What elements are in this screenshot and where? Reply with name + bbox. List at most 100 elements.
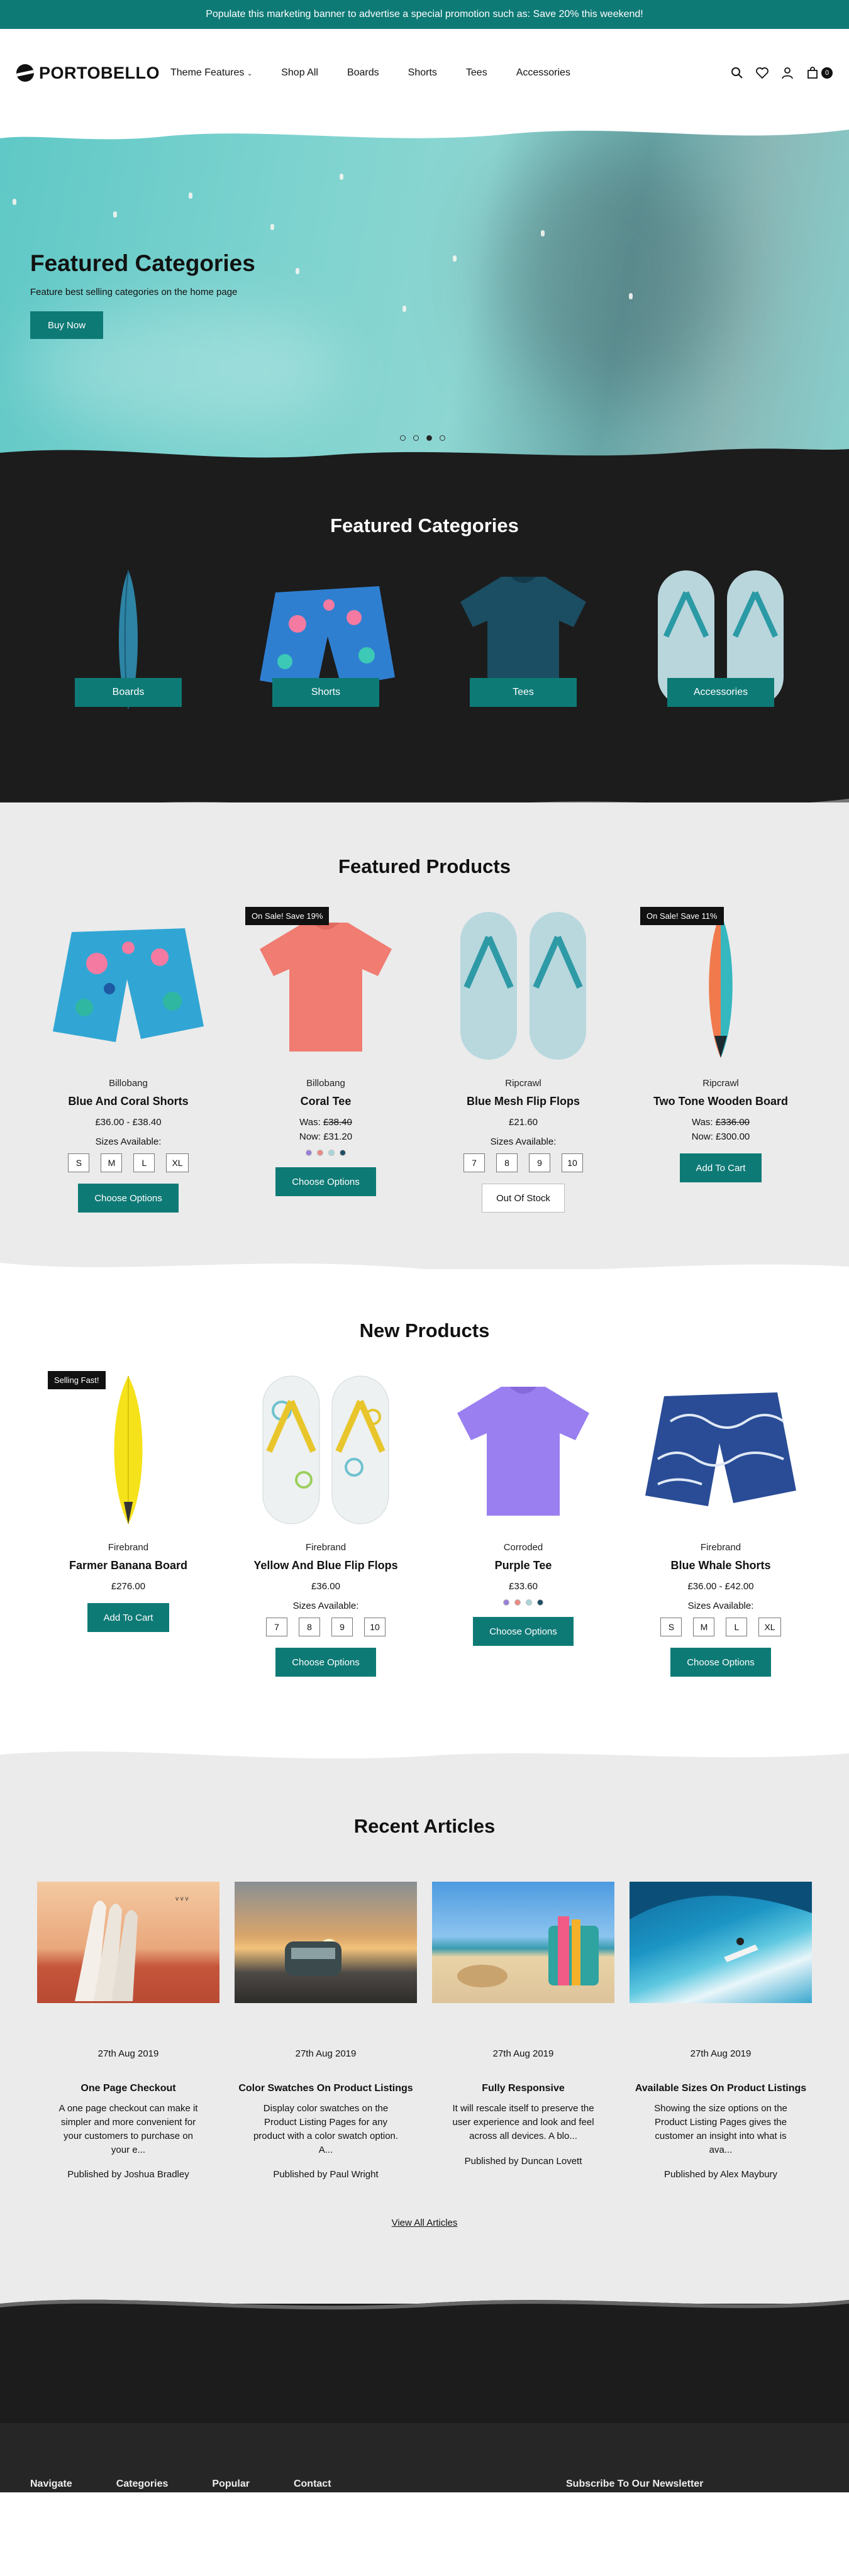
category-label[interactable]: Accessories bbox=[667, 678, 774, 707]
product-image-tee[interactable] bbox=[243, 907, 409, 1064]
size-option[interactable]: 10 bbox=[562, 1153, 583, 1172]
cart-count-badge: 0 bbox=[821, 67, 833, 79]
add-to-cart-button[interactable]: Add To Cart bbox=[87, 1603, 170, 1632]
product-name[interactable]: Blue Mesh Flip Flops bbox=[440, 1095, 606, 1108]
product-image-surfboard[interactable] bbox=[638, 907, 804, 1064]
size-option[interactable]: S bbox=[660, 1618, 682, 1636]
size-option[interactable]: 9 bbox=[529, 1153, 550, 1172]
nav-shop-all[interactable]: Shop All bbox=[281, 67, 318, 79]
article-title[interactable]: Color Swatches On Product Listings bbox=[235, 2082, 417, 2096]
category-label[interactable]: Tees bbox=[470, 678, 577, 707]
main-nav: Theme Features ⌄ Shop All Boards Shorts … bbox=[170, 67, 570, 79]
size-option[interactable]: XL bbox=[166, 1153, 189, 1172]
surfer-dot bbox=[340, 174, 343, 180]
article-image-beach-bag[interactable] bbox=[432, 1882, 614, 2003]
product-image-surfboard[interactable] bbox=[45, 1371, 211, 1528]
nav-shorts[interactable]: Shorts bbox=[408, 67, 437, 79]
product-name[interactable]: Two Tone Wooden Board bbox=[638, 1095, 804, 1108]
color-swatch[interactable] bbox=[537, 1599, 543, 1606]
category-label[interactable]: Shorts bbox=[272, 678, 379, 707]
section-title: Featured Products bbox=[338, 855, 511, 877]
product-price: £21.60 bbox=[509, 1117, 538, 1128]
product-price-was: Was: £336.00 bbox=[638, 1117, 804, 1128]
size-option[interactable]: 8 bbox=[299, 1618, 320, 1636]
view-all-articles-link[interactable]: View All Articles bbox=[0, 2218, 849, 2228]
size-option[interactable]: L bbox=[726, 1618, 748, 1636]
nav-boards[interactable]: Boards bbox=[347, 67, 379, 79]
article-image-sunset-van[interactable] bbox=[235, 1882, 417, 2003]
product-image-flip-flops[interactable] bbox=[440, 907, 606, 1064]
article-title[interactable]: Available Sizes On Product Listings bbox=[630, 2082, 812, 2096]
category-card-accessories[interactable]: Accessories bbox=[648, 567, 793, 718]
nav-theme-features[interactable]: Theme Features ⌄ bbox=[170, 67, 252, 79]
account-icon[interactable] bbox=[781, 67, 794, 79]
article-image-beach-boards[interactable]: v v v bbox=[37, 1882, 219, 2003]
product-grid: Selling Fast! Firebrand Farmer Banana Bo… bbox=[0, 1371, 849, 1677]
size-options: 7 8 9 10 bbox=[243, 1618, 409, 1636]
add-to-cart-button[interactable]: Add To Cart bbox=[679, 1153, 762, 1182]
size-option[interactable]: 9 bbox=[331, 1618, 353, 1636]
product-name[interactable]: Farmer Banana Board bbox=[45, 1559, 211, 1572]
choose-options-button[interactable]: Choose Options bbox=[275, 1648, 376, 1677]
size-option[interactable]: L bbox=[133, 1153, 155, 1172]
nav-accessories[interactable]: Accessories bbox=[516, 67, 570, 79]
surfer-dot bbox=[113, 211, 117, 218]
product-brand: Ripcrawl bbox=[505, 1078, 541, 1089]
category-label[interactable]: Boards bbox=[75, 678, 182, 707]
heart-icon[interactable] bbox=[756, 67, 769, 79]
color-swatch[interactable] bbox=[340, 1150, 346, 1156]
size-option[interactable]: XL bbox=[758, 1618, 781, 1636]
size-option[interactable]: 7 bbox=[463, 1153, 485, 1172]
logo[interactable]: PORTOBELLO bbox=[16, 64, 170, 83]
sale-badge: On Sale! Save 19% bbox=[245, 907, 330, 925]
product-image-tee[interactable] bbox=[440, 1371, 606, 1528]
product-name[interactable]: Blue Whale Shorts bbox=[638, 1559, 804, 1572]
choose-options-button[interactable]: Choose Options bbox=[473, 1617, 574, 1646]
product-price: £33.60 bbox=[509, 1581, 538, 1592]
article-title[interactable]: One Page Checkout bbox=[37, 2082, 219, 2096]
size-option[interactable]: 8 bbox=[496, 1153, 518, 1172]
color-swatch[interactable] bbox=[526, 1599, 532, 1606]
product-name[interactable]: Yellow And Blue Flip Flops bbox=[243, 1559, 409, 1572]
category-card-tees[interactable]: Tees bbox=[451, 567, 596, 718]
product-image-shorts[interactable] bbox=[45, 907, 211, 1064]
buy-now-button[interactable]: Buy Now bbox=[30, 311, 104, 339]
hero-slider: Featured Categories Feature best selling… bbox=[0, 117, 849, 469]
article-date: 27th Aug 2019 bbox=[295, 2048, 357, 2059]
size-option[interactable]: S bbox=[68, 1153, 90, 1172]
choose-options-button[interactable]: Choose Options bbox=[275, 1167, 376, 1196]
cart-button[interactable]: 0 bbox=[806, 67, 833, 79]
size-option[interactable]: M bbox=[101, 1153, 123, 1172]
was-price: £336.00 bbox=[715, 1117, 750, 1128]
product-image-shorts[interactable] bbox=[638, 1371, 804, 1528]
category-card-boards[interactable]: Boards bbox=[56, 567, 201, 718]
article-author: Published by Alex Maybury bbox=[663, 2169, 778, 2180]
article-image-wave-surfer[interactable] bbox=[630, 1882, 812, 2003]
product-name[interactable]: Blue And Coral Shorts bbox=[45, 1095, 211, 1108]
category-card-shorts[interactable]: Shorts bbox=[253, 567, 398, 718]
color-swatch[interactable] bbox=[317, 1150, 323, 1156]
choose-options-button[interactable]: Choose Options bbox=[78, 1184, 179, 1213]
product-image-flip-flops[interactable] bbox=[243, 1371, 409, 1528]
product-name[interactable]: Purple Tee bbox=[440, 1559, 606, 1572]
article-title[interactable]: Fully Responsive bbox=[432, 2082, 614, 2096]
color-swatch[interactable] bbox=[503, 1599, 509, 1606]
logo-text: PORTOBELLO bbox=[39, 63, 160, 82]
product-name[interactable]: Coral Tee bbox=[243, 1095, 409, 1108]
size-option[interactable]: M bbox=[693, 1618, 715, 1636]
nav-tees[interactable]: Tees bbox=[466, 67, 487, 79]
product-price: £36.00 - £42.00 bbox=[687, 1581, 754, 1592]
color-swatch[interactable] bbox=[306, 1150, 312, 1156]
surfer-dot bbox=[402, 306, 406, 312]
color-swatch[interactable] bbox=[514, 1599, 521, 1606]
choose-options-button[interactable]: Choose Options bbox=[670, 1648, 771, 1677]
size-option[interactable]: 7 bbox=[266, 1618, 287, 1636]
product-card: Firebrand Yellow And Blue Flip Flops £36… bbox=[243, 1371, 409, 1677]
out-of-stock-button[interactable]: Out Of Stock bbox=[482, 1184, 565, 1213]
product-brand: Corroded bbox=[503, 1542, 543, 1553]
color-swatch[interactable] bbox=[328, 1150, 335, 1156]
search-icon[interactable] bbox=[731, 67, 743, 79]
product-price-was: Was: £38.40 bbox=[243, 1117, 409, 1128]
recent-articles-section: Recent Articles v v v 27th Aug 2019 One … bbox=[0, 1758, 849, 2304]
size-option[interactable]: 10 bbox=[364, 1618, 386, 1636]
